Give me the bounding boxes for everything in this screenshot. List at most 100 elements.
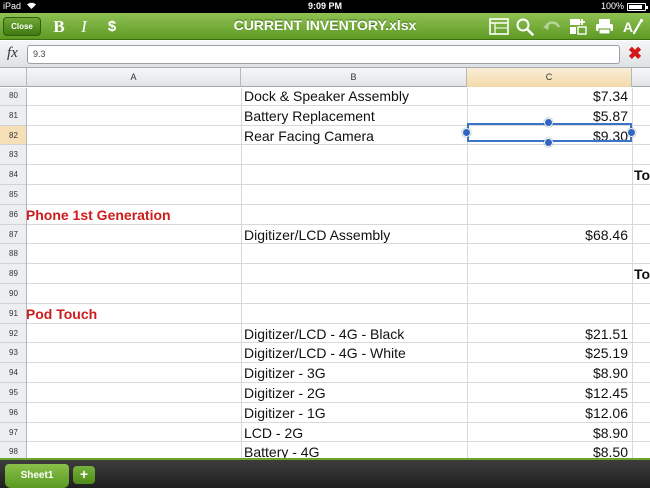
cell-a[interactable]: iPod Touch xyxy=(27,304,241,324)
cell-b[interactable]: Digitizer - 1G xyxy=(244,403,466,423)
cell-d[interactable] xyxy=(634,145,650,165)
cell-c[interactable] xyxy=(468,304,628,324)
cell-b[interactable]: Battery Replacement xyxy=(244,106,466,126)
row-header[interactable]: 90 xyxy=(0,284,26,304)
cell-c[interactable] xyxy=(468,244,628,264)
cell-a[interactable]: iPhone 1st Generation xyxy=(27,205,241,225)
cell-b[interactable]: Digitizer - 2G xyxy=(244,383,466,403)
selection-handle-right[interactable] xyxy=(627,128,636,137)
cell-b[interactable]: Rear Facing Camera xyxy=(244,126,466,146)
insert-cells-icon[interactable] xyxy=(569,18,587,35)
cell-b[interactable]: Digitizer/LCD - 4G - White xyxy=(244,343,466,363)
row-header[interactable]: 93 xyxy=(0,343,26,364)
cell-d[interactable] xyxy=(634,284,650,304)
add-sheet-button[interactable]: + xyxy=(73,466,95,484)
cell-a[interactable] xyxy=(27,343,241,363)
row-header[interactable]: 85 xyxy=(0,185,26,205)
cell-b[interactable]: LCD - 2G xyxy=(244,423,466,443)
close-button[interactable]: Close xyxy=(3,17,41,36)
cell-d[interactable] xyxy=(634,324,650,344)
cell-c[interactable]: $12.06 xyxy=(468,403,628,423)
sheet-view-icon[interactable] xyxy=(489,18,509,35)
cell-b[interactable]: Digitizer/LCD Assembly xyxy=(244,225,466,245)
row-header[interactable]: 82 xyxy=(0,125,26,146)
undo-icon[interactable] xyxy=(542,18,562,34)
formula-input[interactable]: 9.3 xyxy=(27,45,620,64)
cell-b[interactable] xyxy=(244,205,466,225)
cell-d[interactable] xyxy=(634,88,650,106)
cell-d[interactable] xyxy=(634,403,650,423)
cell-b[interactable] xyxy=(244,185,466,205)
cell-d[interactable] xyxy=(634,106,650,126)
cell-b[interactable]: Battery - 4G xyxy=(244,442,466,458)
cell-a[interactable] xyxy=(27,126,241,146)
search-icon[interactable] xyxy=(516,18,534,36)
cell-a[interactable] xyxy=(27,324,241,344)
cell-d[interactable] xyxy=(634,185,650,205)
row-header[interactable]: 96 xyxy=(0,403,26,423)
cell-a[interactable] xyxy=(27,423,241,443)
row-header[interactable]: 80 xyxy=(0,88,26,106)
cell-a[interactable] xyxy=(27,185,241,205)
cell-d[interactable] xyxy=(634,363,650,383)
cell-b[interactable] xyxy=(244,264,466,284)
cell-c[interactable]: $68.46 xyxy=(468,225,628,245)
cell-a[interactable] xyxy=(27,442,241,458)
cell-c[interactable] xyxy=(468,284,628,304)
cell-c[interactable]: $21.51 xyxy=(468,324,628,344)
print-icon[interactable] xyxy=(595,18,614,35)
row-header[interactable]: 97 xyxy=(0,423,26,443)
row-header[interactable]: 84 xyxy=(0,165,26,185)
cell-b[interactable] xyxy=(244,284,466,304)
column-header-b[interactable]: B xyxy=(241,68,467,87)
row-header[interactable]: 94 xyxy=(0,363,26,383)
cell-b[interactable] xyxy=(244,165,466,185)
select-all-corner[interactable] xyxy=(0,68,27,87)
cell-c[interactable] xyxy=(468,145,628,165)
cell-a[interactable] xyxy=(27,363,241,383)
format-text-icon[interactable]: A xyxy=(622,18,644,35)
row-header[interactable]: 86 xyxy=(0,205,26,225)
cell-d[interactable] xyxy=(634,126,650,146)
column-header-c[interactable]: C xyxy=(467,68,632,87)
cell-d[interactable] xyxy=(634,343,650,363)
cell-a[interactable] xyxy=(27,145,241,165)
cell-d[interactable] xyxy=(634,383,650,403)
cell-c[interactable]: $8.90 xyxy=(468,423,628,443)
cell-b[interactable]: Dock & Speaker Assembly xyxy=(244,88,466,106)
cell-b[interactable]: Digitizer/LCD - 4G - Black xyxy=(244,324,466,344)
cell-b[interactable]: Digitizer - 3G xyxy=(244,363,466,383)
cell-c[interactable] xyxy=(468,205,628,225)
cell-d[interactable]: Tot xyxy=(634,264,650,284)
cell-d[interactable] xyxy=(634,304,650,324)
cell-a[interactable] xyxy=(27,225,241,245)
cell-a[interactable] xyxy=(27,244,241,264)
cell-c[interactable]: $8.90 xyxy=(468,363,628,383)
cell-d[interactable] xyxy=(634,244,650,264)
selection-handle-bottom[interactable] xyxy=(544,138,553,147)
column-header-d[interactable] xyxy=(632,68,650,87)
row-header[interactable]: 95 xyxy=(0,383,26,403)
column-header-a[interactable]: A xyxy=(27,68,241,87)
row-header[interactable]: 88 xyxy=(0,244,26,265)
italic-icon[interactable]: I xyxy=(77,16,91,37)
sheet-tab[interactable]: Sheet1 xyxy=(5,464,69,488)
cell-c[interactable] xyxy=(468,165,628,185)
selection-handle-left[interactable] xyxy=(462,128,471,137)
row-header[interactable]: 87 xyxy=(0,225,26,245)
cell-c[interactable]: $8.50 xyxy=(468,442,628,458)
cell-b[interactable] xyxy=(244,145,466,165)
selection-handle-top[interactable] xyxy=(544,118,553,127)
cell-a[interactable] xyxy=(27,403,241,423)
cancel-edit-icon[interactable]: ✖ xyxy=(627,45,643,63)
cell-b[interactable] xyxy=(244,304,466,324)
cell-c[interactable]: $12.45 xyxy=(468,383,628,403)
cell-c[interactable]: $7.34 xyxy=(468,88,628,106)
cell-d[interactable] xyxy=(634,205,650,225)
cell-d[interactable] xyxy=(634,442,650,458)
cell-a[interactable] xyxy=(27,284,241,304)
row-header[interactable]: 98 xyxy=(0,442,26,458)
cell-a[interactable] xyxy=(27,264,241,284)
cell-a[interactable] xyxy=(27,106,241,126)
cell-a[interactable] xyxy=(27,383,241,403)
